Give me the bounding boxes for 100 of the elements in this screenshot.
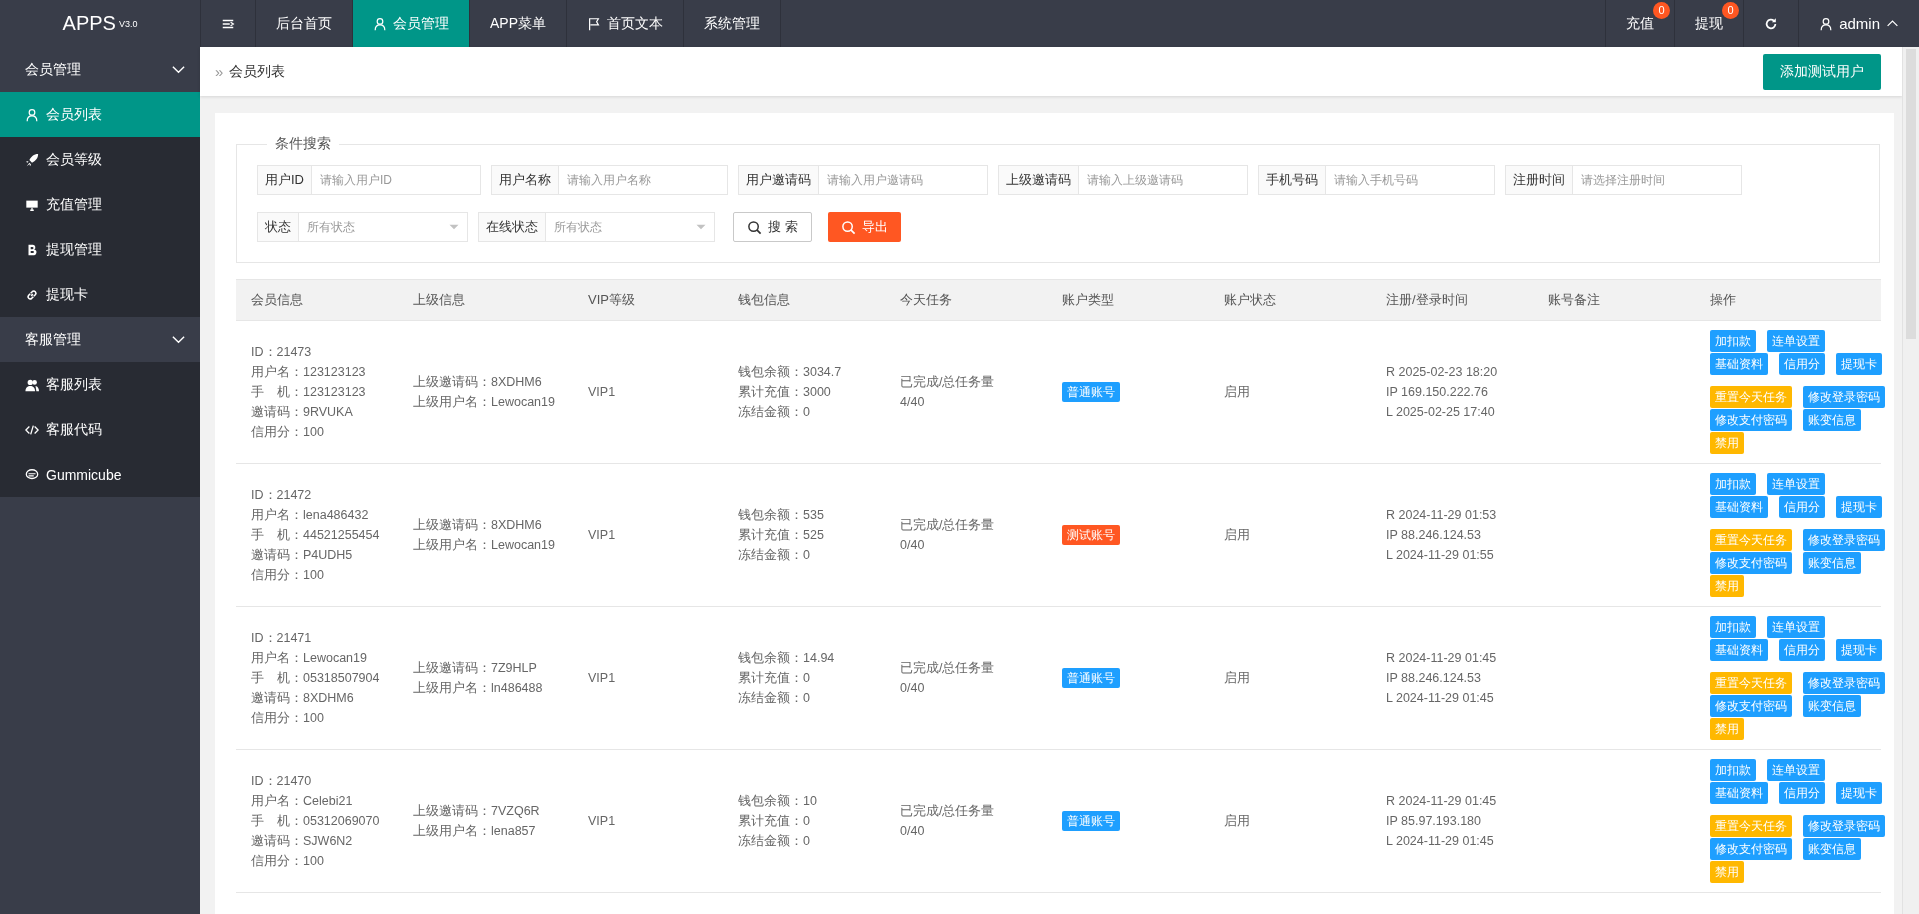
- refresh-button[interactable]: [1764, 16, 1779, 31]
- action-button[interactable]: 基础资料: [1710, 353, 1768, 375]
- action-button[interactable]: 信用分: [1779, 353, 1825, 375]
- nav-tab[interactable]: 会员管理: [353, 0, 470, 47]
- cell-text: 4/40: [900, 394, 926, 411]
- refresh-icon: [1764, 16, 1779, 31]
- cell-text: 钱包余额：14.94: [738, 650, 836, 667]
- user-icon: [373, 16, 387, 31]
- nav-link[interactable]: 充值: [1626, 14, 1655, 33]
- action-button[interactable]: 信用分: [1779, 639, 1825, 661]
- dropdown-field[interactable]: 所有状态: [545, 212, 715, 242]
- account-type-tag: 测试账号: [1062, 525, 1120, 545]
- add-test-user-button[interactable]: 添加测试用户: [1763, 53, 1881, 90]
- dropdown-field[interactable]: 所有状态: [298, 212, 468, 242]
- input-field[interactable]: 请输入上级邀请码: [1078, 165, 1248, 195]
- action-button[interactable]: 重置今天任务: [1710, 386, 1792, 408]
- action-button[interactable]: 基础资料: [1710, 639, 1768, 661]
- action-button[interactable]: 禁用: [1710, 718, 1744, 740]
- sidebar-item[interactable]: 提现管理: [0, 227, 200, 272]
- action-button[interactable]: 修改登录密码: [1803, 386, 1885, 408]
- cell-text: 已完成/总任务量: [900, 803, 996, 820]
- flag-icon: [587, 16, 601, 31]
- account-type-tag: 普通账号: [1062, 811, 1120, 831]
- sidebar-item[interactable]: 会员等级: [0, 137, 200, 182]
- action-button[interactable]: 账变信息: [1803, 695, 1861, 717]
- cell-text: 信用分：100: [251, 710, 325, 727]
- sidebar-item[interactable]: 充值管理: [0, 182, 200, 227]
- column-header: 钱包信息: [738, 292, 790, 307]
- action-button[interactable]: 禁用: [1710, 575, 1744, 597]
- action-button[interactable]: 连单设置: [1767, 616, 1825, 638]
- action-button[interactable]: 提现卡: [1836, 353, 1882, 375]
- input-field[interactable]: 请输入手机号码: [1325, 165, 1495, 195]
- action-button[interactable]: 提现卡: [1836, 496, 1882, 518]
- column-header: 账户状态: [1224, 292, 1276, 307]
- sidebar-item[interactable]: 客服代码: [0, 407, 200, 452]
- cell-text: 邀请码：SJW6N2: [251, 833, 354, 850]
- action-button[interactable]: 提现卡: [1836, 782, 1882, 804]
- action-button[interactable]: 修改支付密码: [1710, 695, 1792, 717]
- action-button[interactable]: 加扣款: [1710, 330, 1756, 352]
- cell-text: ID：21471: [251, 630, 313, 647]
- cell-text: 邀请码：P4UDH5: [251, 547, 354, 564]
- action-button[interactable]: 加扣款: [1710, 759, 1756, 781]
- action-button[interactable]: 修改登录密码: [1803, 815, 1885, 837]
- cell-text: 0/40: [900, 537, 926, 554]
- user-icon: [1819, 16, 1834, 31]
- export-button[interactable]: 导出: [827, 212, 901, 242]
- action-button[interactable]: 信用分: [1779, 782, 1825, 804]
- action-button[interactable]: 修改登录密码: [1803, 529, 1885, 551]
- action-button[interactable]: 连单设置: [1767, 473, 1825, 495]
- action-button[interactable]: 加扣款: [1710, 616, 1756, 638]
- sidebar-item[interactable]: 客服列表: [0, 362, 200, 407]
- cell-text: 冻结金额：0: [738, 833, 811, 850]
- nav-link[interactable]: 提现: [1695, 14, 1724, 33]
- action-button[interactable]: 账变信息: [1803, 838, 1861, 860]
- action-button[interactable]: 账变信息: [1803, 552, 1861, 574]
- action-button[interactable]: 提现卡: [1836, 639, 1882, 661]
- action-button[interactable]: 账变信息: [1803, 409, 1861, 431]
- breadcrumb-item[interactable]: 会员列表: [229, 62, 286, 81]
- column-header: 账号备注: [1548, 292, 1600, 307]
- action-button[interactable]: 重置今天任务: [1710, 815, 1792, 837]
- column-header: 上级信息: [413, 292, 465, 307]
- rocket-icon: [25, 152, 39, 167]
- action-button[interactable]: 修改支付密码: [1710, 838, 1792, 860]
- cell-text: 累计充值：0: [738, 813, 811, 830]
- action-button[interactable]: 重置今天任务: [1710, 529, 1792, 551]
- cell-text: 上级邀请码：7VZQ6R: [413, 803, 541, 820]
- action-button[interactable]: 信用分: [1779, 496, 1825, 518]
- field-label: 用户邀请码: [738, 165, 818, 195]
- sidebar-group[interactable]: 会员管理: [0, 47, 200, 92]
- cell-text: 已完成/总任务量: [900, 374, 996, 391]
- action-button[interactable]: 修改支付密码: [1710, 552, 1792, 574]
- input-field[interactable]: 请选择注册时间: [1572, 165, 1742, 195]
- action-button[interactable]: 修改支付密码: [1710, 409, 1792, 431]
- action-button[interactable]: 禁用: [1710, 861, 1744, 883]
- sidebar-item[interactable]: Gummicube: [0, 452, 200, 497]
- sidebar-group[interactable]: 客服管理: [0, 317, 200, 362]
- input-field[interactable]: 请输入用户名称: [558, 165, 728, 195]
- cell-text: R 2024-11-29 01:53: [1386, 507, 1498, 524]
- input-field[interactable]: 请输入用户邀请码: [818, 165, 988, 195]
- action-button[interactable]: 禁用: [1710, 432, 1744, 454]
- input-field[interactable]: 请输入用户ID: [311, 165, 481, 195]
- action-button[interactable]: 连单设置: [1767, 759, 1825, 781]
- cell-text: IP 88.246.124.53: [1386, 670, 1482, 687]
- action-button[interactable]: 重置今天任务: [1710, 672, 1792, 694]
- cell-text: 累计充值：3000: [738, 384, 832, 401]
- action-button[interactable]: 连单设置: [1767, 330, 1825, 352]
- scrollbar[interactable]: [1902, 47, 1919, 914]
- cell-text: 上级邀请码：7Z9HLP: [413, 660, 538, 677]
- cell-text: R 2024-11-29 01:45: [1386, 793, 1498, 810]
- cell-text: 已完成/总任务量: [900, 517, 996, 534]
- cell-text: 已完成/总任务量: [900, 660, 996, 677]
- action-button[interactable]: 基础资料: [1710, 782, 1768, 804]
- action-button[interactable]: 修改登录密码: [1803, 672, 1885, 694]
- user-menu[interactable]: admin: [1819, 15, 1899, 32]
- sidebar-item[interactable]: 提现卡: [0, 272, 200, 317]
- action-button[interactable]: 基础资料: [1710, 496, 1768, 518]
- cell-text: 0/40: [900, 823, 926, 840]
- search-button[interactable]: 搜 索: [733, 212, 812, 242]
- sidebar-item[interactable]: 会员列表: [0, 92, 200, 137]
- action-button[interactable]: 加扣款: [1710, 473, 1756, 495]
